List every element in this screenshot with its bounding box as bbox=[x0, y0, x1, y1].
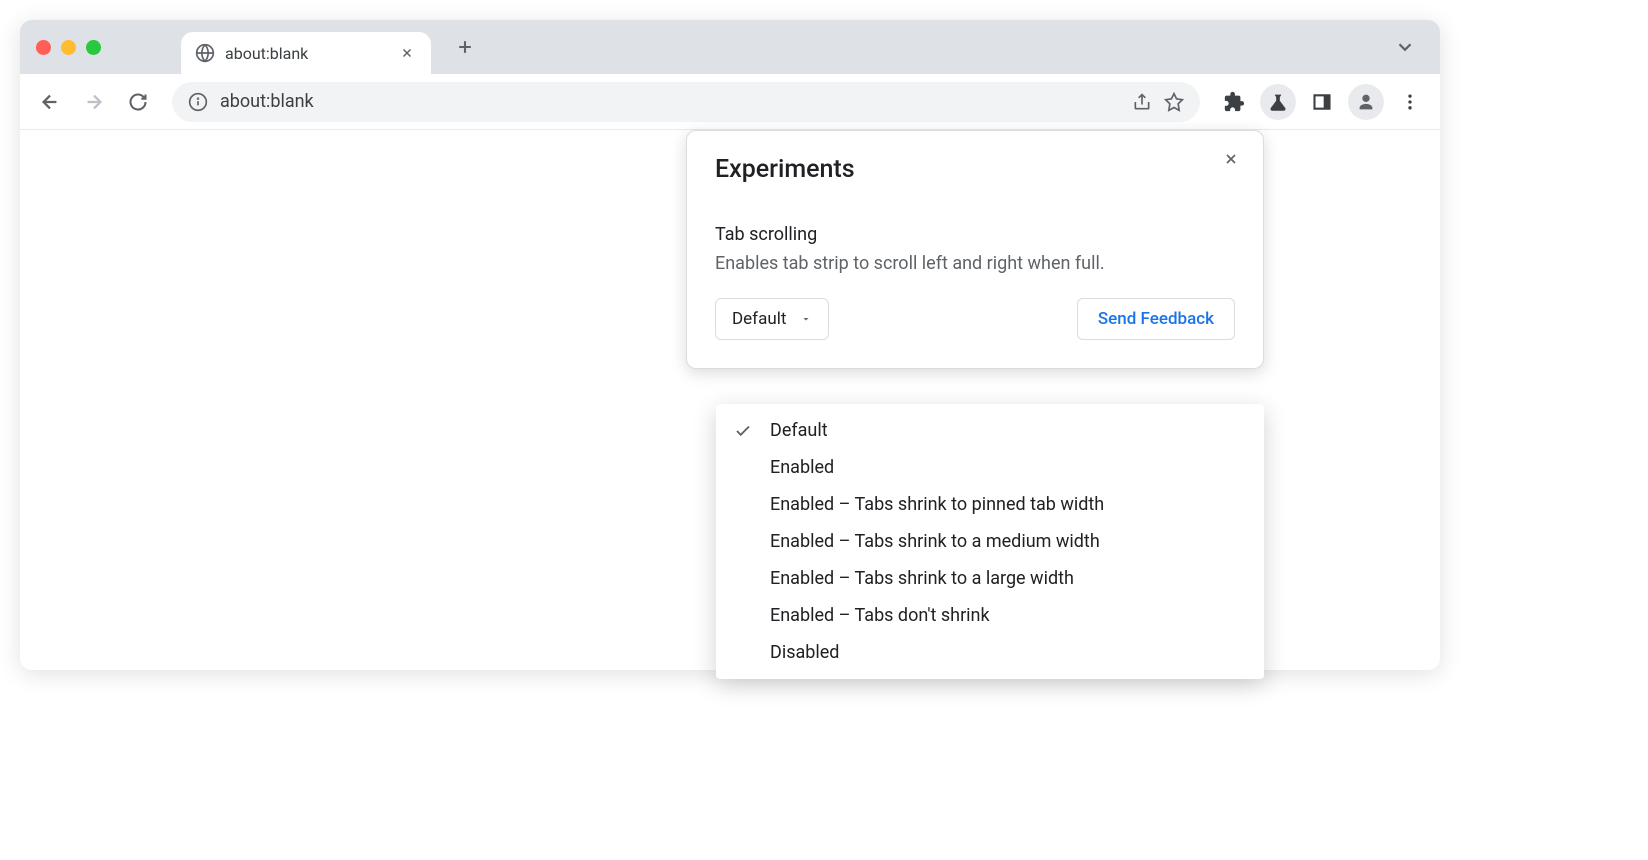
maximize-window-button[interactable] bbox=[86, 40, 101, 55]
globe-icon bbox=[195, 43, 215, 63]
dropdown-option-label: Enabled – Tabs shrink to a medium width bbox=[770, 531, 1100, 552]
popup-title: Experiments bbox=[715, 155, 1235, 184]
address-bar[interactable]: about:blank bbox=[172, 82, 1200, 122]
menu-icon[interactable] bbox=[1392, 84, 1428, 120]
content-area: Experiments Tab scrolling Enables tab st… bbox=[20, 130, 1440, 670]
dropdown-option-label: Enabled – Tabs don't shrink bbox=[770, 605, 990, 626]
dropdown-option-label: Enabled – Tabs shrink to pinned tab widt… bbox=[770, 494, 1104, 515]
tab-overflow-button[interactable] bbox=[1394, 36, 1416, 58]
dropdown-option[interactable]: Disabled bbox=[716, 634, 1264, 671]
browser-tab[interactable]: about:blank bbox=[181, 32, 431, 74]
share-icon[interactable] bbox=[1132, 92, 1152, 112]
close-window-button[interactable] bbox=[36, 40, 51, 55]
close-popup-button[interactable] bbox=[1217, 145, 1245, 173]
dropdown-option-label: Disabled bbox=[770, 642, 839, 663]
toolbar: about:blank bbox=[20, 74, 1440, 130]
experiments-popup: Experiments Tab scrolling Enables tab st… bbox=[686, 130, 1264, 369]
bookmark-icon[interactable] bbox=[1164, 92, 1184, 112]
select-value: Default bbox=[732, 309, 786, 329]
browser-window: about:blank about:blank bbox=[20, 20, 1440, 670]
profile-icon[interactable] bbox=[1348, 84, 1384, 120]
labs-icon[interactable] bbox=[1260, 84, 1296, 120]
dropdown-option[interactable]: Enabled – Tabs shrink to pinned tab widt… bbox=[716, 486, 1264, 523]
back-button[interactable] bbox=[32, 84, 68, 120]
dropdown-option-label: Enabled – Tabs shrink to a large width bbox=[770, 568, 1074, 589]
dropdown-option[interactable]: Enabled – Tabs shrink to a medium width bbox=[716, 523, 1264, 560]
dropdown-option[interactable]: Enabled bbox=[716, 449, 1264, 486]
experiment-select[interactable]: Default bbox=[715, 298, 829, 340]
side-panel-icon[interactable] bbox=[1304, 84, 1340, 120]
extensions-icon[interactable] bbox=[1216, 84, 1252, 120]
info-icon[interactable] bbox=[188, 92, 208, 112]
dropdown-option-label: Enabled bbox=[770, 457, 834, 478]
new-tab-button[interactable] bbox=[447, 29, 483, 65]
experiment-description: Enables tab strip to scroll left and rig… bbox=[715, 253, 1235, 274]
close-tab-button[interactable] bbox=[397, 43, 417, 63]
tab-title: about:blank bbox=[225, 44, 387, 63]
minimize-window-button[interactable] bbox=[61, 40, 76, 55]
forward-button[interactable] bbox=[76, 84, 112, 120]
window-controls bbox=[36, 40, 101, 55]
dropdown-option[interactable]: Enabled – Tabs shrink to a large width bbox=[716, 560, 1264, 597]
dropdown-option-label: Default bbox=[770, 420, 828, 441]
caret-down-icon bbox=[800, 313, 812, 325]
tab-strip: about:blank bbox=[20, 20, 1440, 74]
send-feedback-button[interactable]: Send Feedback bbox=[1077, 298, 1235, 340]
experiment-name: Tab scrolling bbox=[715, 224, 1235, 245]
check-icon bbox=[734, 422, 756, 440]
dropdown-option[interactable]: Default bbox=[716, 412, 1264, 449]
dropdown-option[interactable]: Enabled – Tabs don't shrink bbox=[716, 597, 1264, 634]
reload-button[interactable] bbox=[120, 84, 156, 120]
address-bar-text: about:blank bbox=[220, 91, 1120, 112]
experiment-select-dropdown: Default Enabled Enabled – Tabs shrink to… bbox=[716, 404, 1264, 679]
